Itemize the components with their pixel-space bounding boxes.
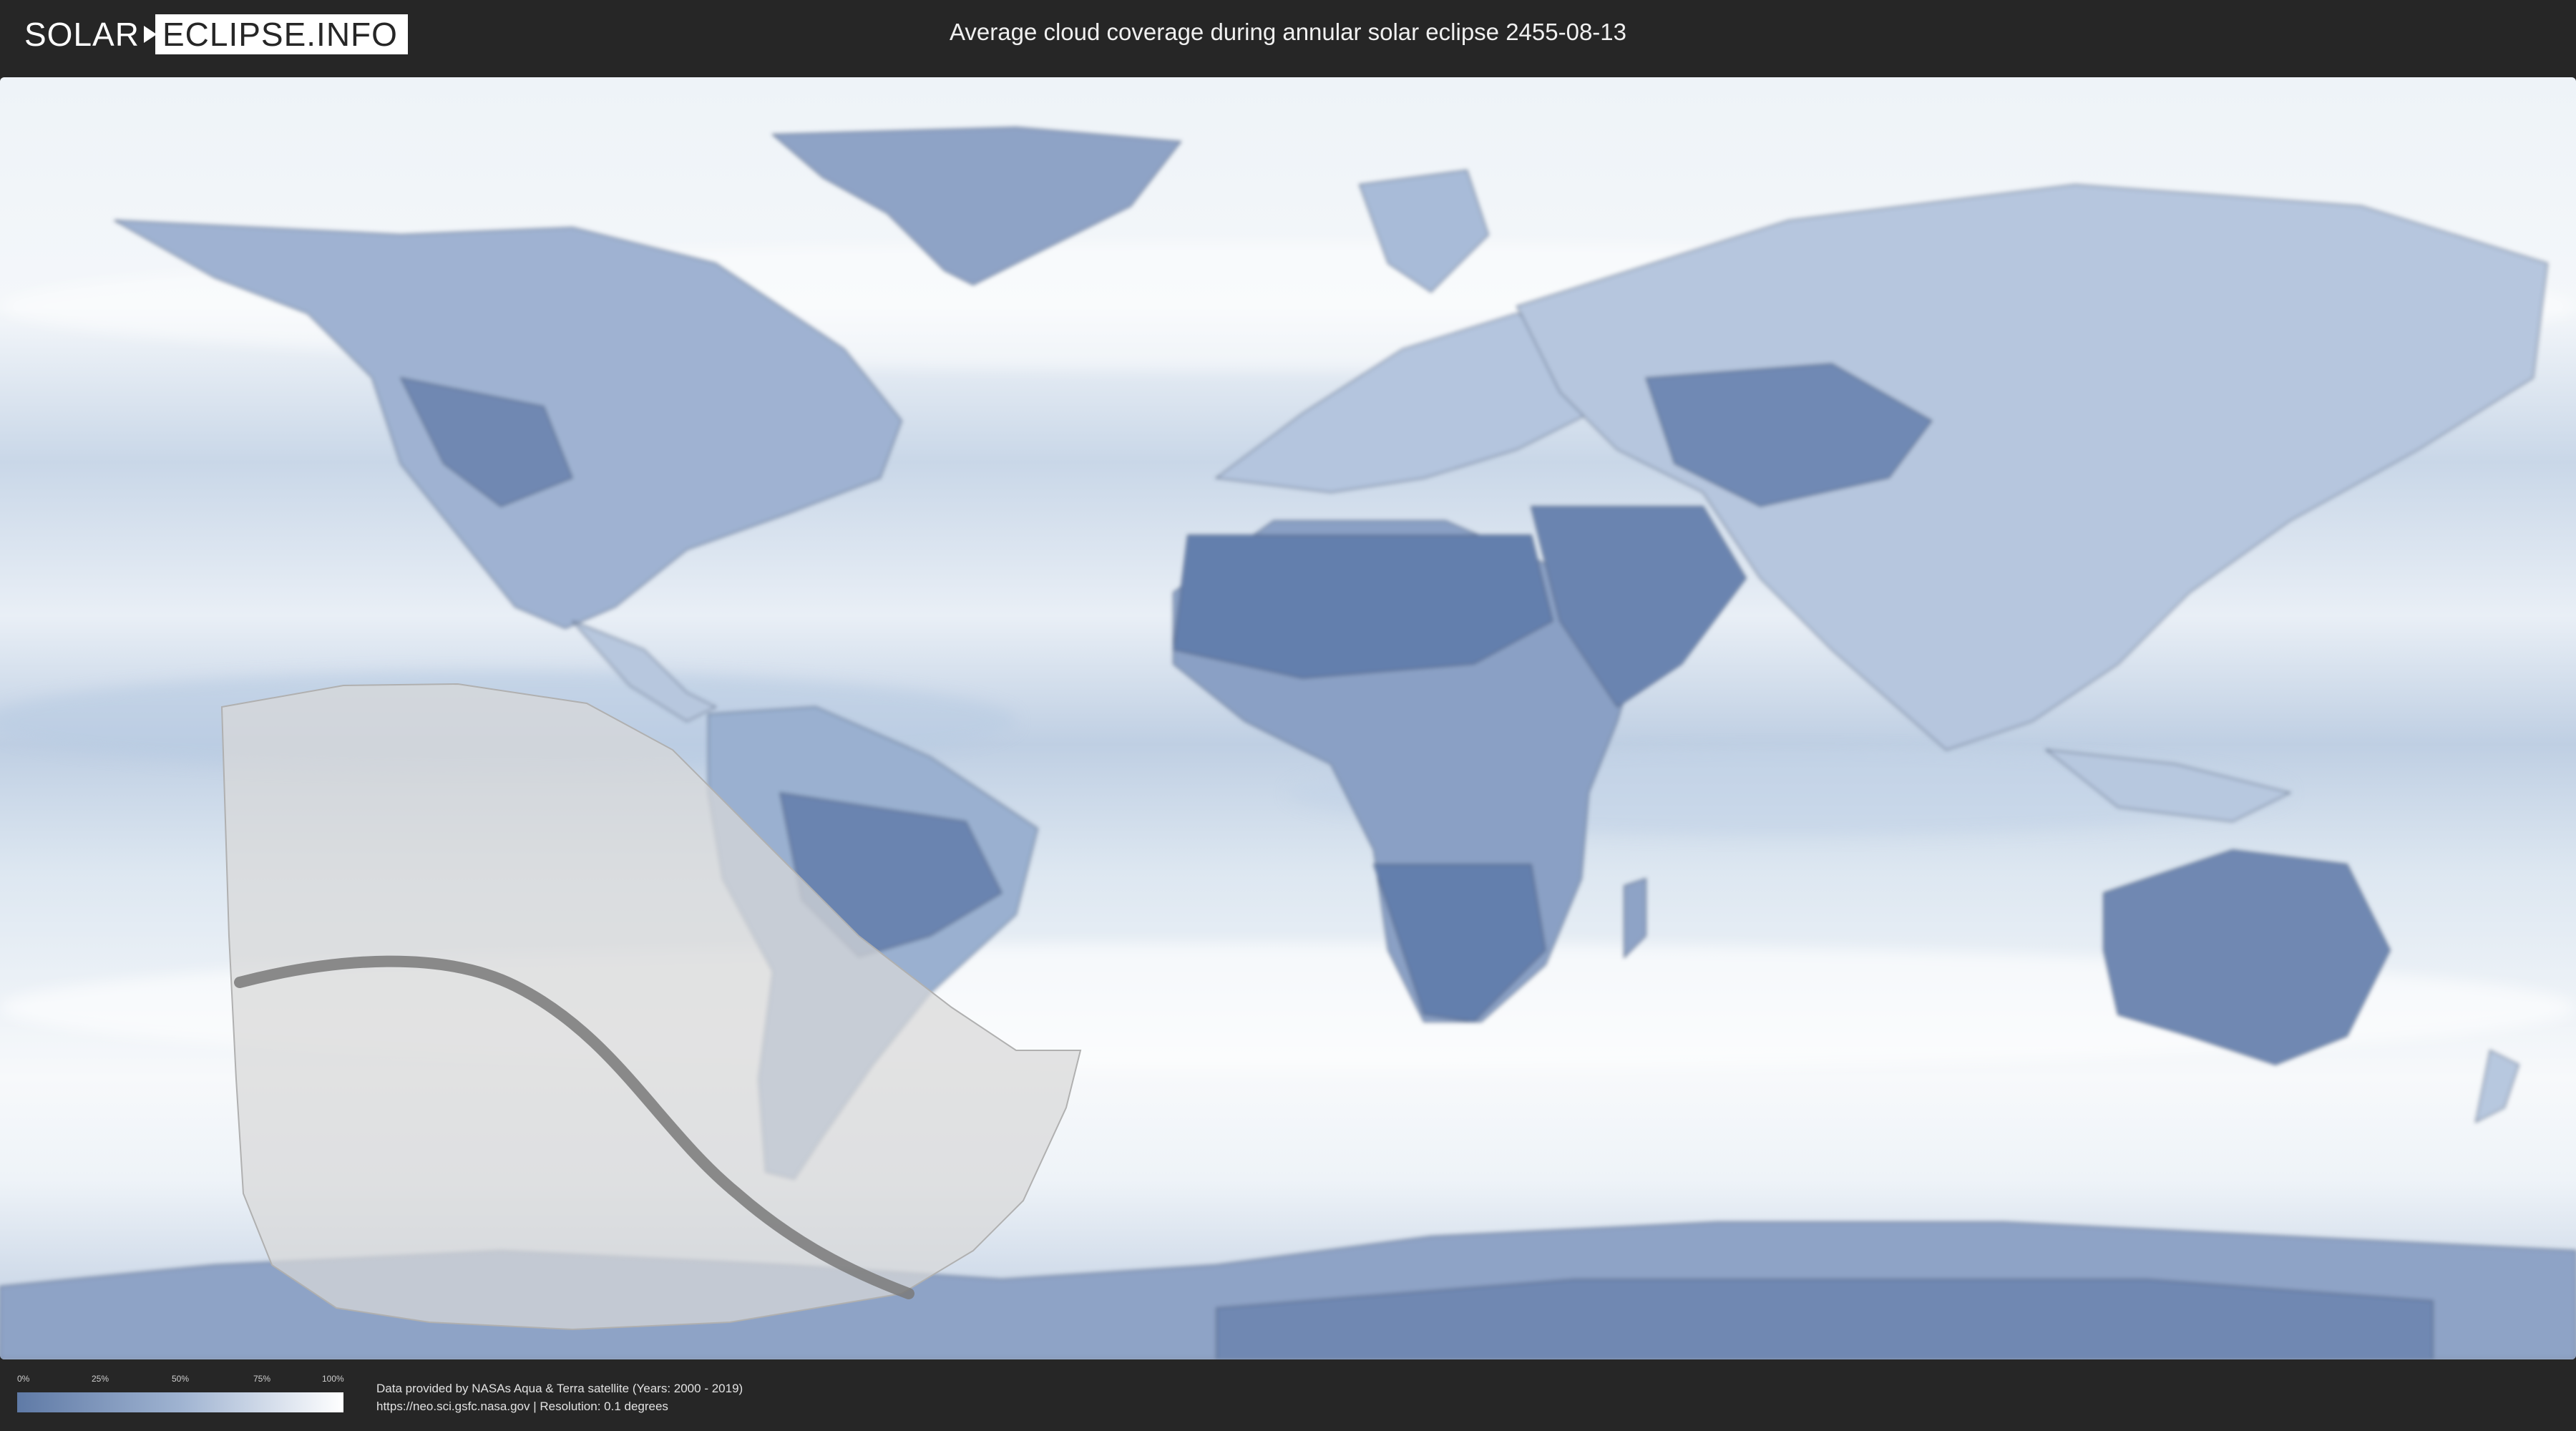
credits-line-source: Data provided by NASAs Aqua & Terra sate… <box>376 1382 743 1395</box>
page-title: Average cloud coverage during annular so… <box>949 19 1626 45</box>
world-map <box>0 77 2576 1359</box>
cloud-coverage-map <box>0 77 2576 1359</box>
legend-color-bar <box>17 1392 343 1412</box>
legend-tick: 75% <box>253 1374 271 1384</box>
legend-tick: 50% <box>172 1374 190 1384</box>
data-credits: Data provided by NASAs Aqua & Terra sate… <box>376 1379 743 1415</box>
legend-tick: 0% <box>17 1374 30 1384</box>
legend-tick: 25% <box>92 1374 109 1384</box>
credits-line-url: https://neo.sci.gsfc.nasa.gov | Resoluti… <box>376 1400 668 1413</box>
legend-tick: 100% <box>322 1374 344 1384</box>
header-bar: SOLAR ECLIPSE.INFO Average cloud coverag… <box>0 0 2576 72</box>
legend-ticks: 0% 25% 50% 75% 100% <box>17 1374 345 1385</box>
cloud-coverage-legend: 0% 25% 50% 75% 100% <box>17 1374 345 1417</box>
